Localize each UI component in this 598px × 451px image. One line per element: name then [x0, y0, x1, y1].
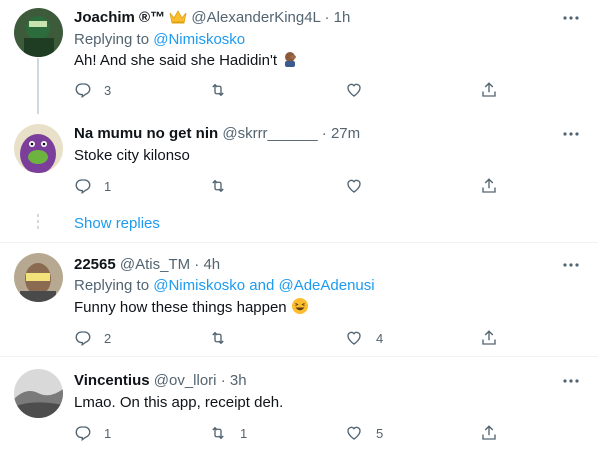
reply-count: 3	[104, 82, 112, 98]
heart-icon	[344, 81, 364, 99]
timestamp[interactable]: · 27m	[322, 125, 360, 142]
replying-prefix: Replying to	[74, 31, 150, 48]
reply-icon	[74, 329, 92, 347]
tweet[interactable]: Vincentius @ov_llori · 3h Lmao. On this …	[0, 357, 598, 451]
reply-button[interactable]: 2	[74, 328, 111, 348]
tweet-text: Ah! And she said she Hadidin't	[74, 50, 299, 74]
thread-dots	[37, 214, 39, 232]
like-button[interactable]	[344, 176, 376, 196]
share-icon	[480, 177, 498, 195]
reply-icon	[74, 81, 92, 99]
replying-prefix: Replying to	[74, 277, 150, 294]
retweet-icon	[208, 329, 228, 347]
retweet-button[interactable]: 1	[208, 423, 247, 443]
reply-icon	[74, 424, 92, 442]
tweet-header: Na mumu no get nin @skrrr______ · 27m	[74, 124, 360, 144]
tweet-header: Vincentius @ov_llori · 3h	[74, 371, 247, 391]
share-button[interactable]	[480, 80, 498, 100]
reply-button[interactable]: 1	[74, 423, 111, 443]
tweet-actions: 2 4	[74, 328, 514, 348]
retweet-count: 1	[240, 425, 248, 441]
reply-button[interactable]: 3	[74, 80, 111, 100]
tweet-text-content: Funny how these things happen	[74, 299, 287, 316]
more-options-icon[interactable]	[560, 371, 582, 391]
timestamp[interactable]: · 1h	[325, 9, 351, 26]
heart-icon	[344, 329, 364, 347]
more-options-icon[interactable]	[560, 8, 582, 28]
like-button[interactable]: 5	[344, 423, 383, 443]
tweet-text: Funny how these things happen	[74, 297, 309, 321]
user-handle[interactable]: @ov_llori	[154, 372, 217, 389]
tweet-actions: 1	[74, 176, 514, 196]
heart-icon	[344, 424, 364, 442]
facepalm-emoji-icon	[281, 50, 299, 74]
avatar[interactable]	[14, 8, 63, 57]
replying-to: Replying to @Nimiskosko	[74, 30, 245, 50]
display-name[interactable]: 22565	[74, 256, 116, 273]
like-count: 5	[376, 425, 384, 441]
tweet-text: Lmao. On this app, receipt deh.	[74, 394, 284, 411]
display-name[interactable]: Na mumu no get nin	[74, 125, 218, 142]
retweet-icon	[208, 81, 228, 99]
crown-emoji-icon	[169, 9, 187, 31]
like-count: 4	[376, 330, 384, 346]
reply-icon	[74, 177, 92, 195]
avatar[interactable]	[14, 369, 63, 418]
avatar[interactable]	[14, 253, 63, 302]
tweet[interactable]: Joachim ®™ @AlexanderKing4L · 1h Replyin…	[0, 0, 598, 114]
share-icon	[480, 329, 498, 347]
reply-count: 2	[104, 330, 112, 346]
retweet-icon	[208, 177, 228, 195]
avatar[interactable]	[14, 124, 63, 173]
retweet-button[interactable]	[208, 176, 240, 196]
retweet-icon	[208, 424, 228, 442]
tweet-text: Stoke city kilonso	[74, 147, 190, 164]
timestamp[interactable]: · 3h	[221, 372, 247, 389]
show-replies-link[interactable]: Show replies	[74, 214, 160, 234]
share-button[interactable]	[480, 176, 498, 196]
tweet-header: Joachim ®™ @AlexanderKing4L · 1h	[74, 8, 350, 31]
user-handle[interactable]: @skrrr______	[222, 125, 317, 142]
share-icon	[480, 424, 498, 442]
mention-link[interactable]: @Nimiskosko and @AdeAdenusi	[153, 277, 374, 294]
user-handle[interactable]: @Atis_TM	[120, 256, 190, 273]
like-button[interactable]: 4	[344, 328, 383, 348]
retweet-button[interactable]	[208, 328, 240, 348]
reply-count: 1	[104, 178, 112, 194]
tweet-text-content: Ah! And she said she Hadidin't	[74, 52, 277, 69]
thread-line	[37, 58, 39, 114]
more-options-icon[interactable]	[560, 124, 582, 144]
display-name[interactable]: Joachim ®™	[74, 9, 165, 26]
retweet-button[interactable]	[208, 80, 240, 100]
tweet-actions: 3	[74, 80, 514, 100]
share-icon	[480, 81, 498, 99]
display-name[interactable]: Vincentius	[74, 372, 150, 389]
reply-count: 1	[104, 425, 112, 441]
laughing-emoji-icon	[291, 297, 309, 321]
reply-button[interactable]: 1	[74, 176, 111, 196]
tweet[interactable]: Na mumu no get nin @skrrr______ · 27m St…	[0, 110, 598, 242]
tweet[interactable]: 22565 @Atis_TM · 4h Replying to @Nimisko…	[0, 243, 598, 355]
like-button[interactable]	[344, 80, 376, 100]
replying-to: Replying to @Nimiskosko and @AdeAdenusi	[74, 276, 375, 296]
timestamp[interactable]: · 4h	[194, 256, 220, 273]
more-options-icon[interactable]	[560, 255, 582, 275]
share-button[interactable]	[480, 328, 498, 348]
tweet-header: 22565 @Atis_TM · 4h	[74, 255, 220, 275]
tweet-actions: 1 1 5	[74, 423, 514, 443]
share-button[interactable]	[480, 423, 498, 443]
heart-icon	[344, 177, 364, 195]
mention-link[interactable]: @Nimiskosko	[153, 31, 245, 48]
user-handle[interactable]: @AlexanderKing4L	[191, 9, 320, 26]
